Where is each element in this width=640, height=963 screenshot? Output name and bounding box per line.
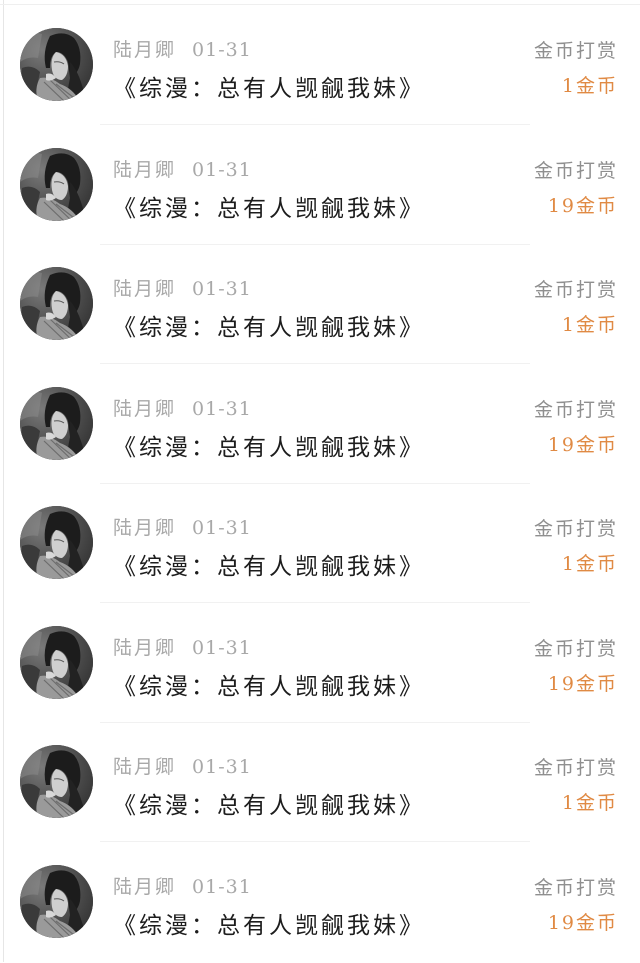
row-divider	[100, 722, 530, 723]
reward-row[interactable]: 陆月卿01-31 《综漫：总有人觊觎我妹》 金币打赏 19金币	[0, 366, 640, 486]
user-avatar[interactable]	[20, 506, 93, 579]
tip-amount: 1金币	[562, 71, 618, 98]
reward-date: 01-31	[192, 637, 252, 659]
username[interactable]: 陆月卿	[113, 876, 176, 898]
reward-meta: 陆月卿01-31	[113, 633, 252, 655]
row-divider	[100, 602, 530, 603]
book-title[interactable]: 《综漫：总有人觊觎我妹》	[113, 786, 425, 820]
user-avatar-photo	[20, 267, 93, 340]
user-avatar-photo	[20, 626, 93, 699]
tip-amount: 1金币	[562, 310, 618, 337]
username[interactable]: 陆月卿	[113, 756, 176, 778]
reward-date: 01-31	[192, 398, 252, 420]
tip-amount: 1金币	[562, 549, 618, 576]
tip-type-label: 金币打赏	[534, 753, 618, 780]
reward-row[interactable]: 陆月卿01-31 《综漫：总有人觊觎我妹》 金币打赏 19金币	[0, 605, 640, 725]
user-avatar[interactable]	[20, 387, 93, 460]
reward-meta: 陆月卿01-31	[113, 513, 252, 535]
username[interactable]: 陆月卿	[113, 278, 176, 300]
user-avatar[interactable]	[20, 745, 93, 818]
reward-row[interactable]: 陆月卿01-31 《综漫：总有人觊觎我妹》 金币打赏 1金币	[0, 7, 640, 127]
tip-type-label: 金币打赏	[534, 36, 618, 63]
tip-type-label: 金币打赏	[534, 275, 618, 302]
reward-row[interactable]: 陆月卿01-31 《综漫：总有人觊觎我妹》 金币打赏 19金币	[0, 127, 640, 247]
username[interactable]: 陆月卿	[113, 517, 176, 539]
user-avatar[interactable]	[20, 626, 93, 699]
row-divider	[100, 363, 530, 364]
reward-list: 陆月卿01-31 《综漫：总有人觊觎我妹》 金币打赏 1金币 陆月卿01-31 …	[0, 7, 640, 963]
user-avatar[interactable]	[20, 148, 93, 221]
reward-list-page: 陆月卿01-31 《综漫：总有人觊觎我妹》 金币打赏 1金币 陆月卿01-31 …	[0, 0, 640, 962]
reward-date: 01-31	[192, 39, 252, 61]
reward-date: 01-31	[192, 876, 252, 898]
reward-meta: 陆月卿01-31	[113, 274, 252, 296]
book-title[interactable]: 《综漫：总有人觊觎我妹》	[113, 428, 425, 462]
tip-amount: 19金币	[548, 908, 618, 935]
tip-type-label: 金币打赏	[534, 395, 618, 422]
username[interactable]: 陆月卿	[113, 159, 176, 181]
tip-amount: 1金币	[562, 788, 618, 815]
row-divider	[100, 124, 530, 125]
user-avatar[interactable]	[20, 865, 93, 938]
user-avatar[interactable]	[20, 28, 93, 101]
book-title[interactable]: 《综漫：总有人觊觎我妹》	[113, 906, 425, 940]
reward-meta: 陆月卿01-31	[113, 394, 252, 416]
reward-meta: 陆月卿01-31	[113, 35, 252, 57]
reward-row[interactable]: 陆月卿01-31 《综漫：总有人觊觎我妹》 金币打赏 1金币	[0, 246, 640, 366]
reward-meta: 陆月卿01-31	[113, 155, 252, 177]
reward-date: 01-31	[192, 517, 252, 539]
reward-date: 01-31	[192, 278, 252, 300]
book-title[interactable]: 《综漫：总有人觊觎我妹》	[113, 308, 425, 342]
tip-amount: 19金币	[548, 430, 618, 457]
reward-date: 01-31	[192, 159, 252, 181]
tip-type-label: 金币打赏	[534, 634, 618, 661]
book-title[interactable]: 《综漫：总有人觊觎我妹》	[113, 667, 425, 701]
row-divider	[100, 841, 530, 842]
tip-type-label: 金币打赏	[534, 514, 618, 541]
reward-row[interactable]: 陆月卿01-31 《综漫：总有人觊觎我妹》 金币打赏 1金币	[0, 485, 640, 605]
user-avatar-photo	[20, 745, 93, 818]
user-avatar-photo	[20, 506, 93, 579]
user-avatar-photo	[20, 387, 93, 460]
tip-amount: 19金币	[548, 191, 618, 218]
reward-meta: 陆月卿01-31	[113, 872, 252, 894]
tip-type-label: 金币打赏	[534, 873, 618, 900]
row-divider	[100, 483, 530, 484]
username[interactable]: 陆月卿	[113, 637, 176, 659]
book-title[interactable]: 《综漫：总有人觊觎我妹》	[113, 69, 425, 103]
username[interactable]: 陆月卿	[113, 39, 176, 61]
reward-date: 01-31	[192, 756, 252, 778]
row-divider	[100, 244, 530, 245]
reward-meta: 陆月卿01-31	[113, 752, 252, 774]
tip-type-label: 金币打赏	[534, 156, 618, 183]
book-title[interactable]: 《综漫：总有人觊觎我妹》	[113, 547, 425, 581]
reward-row[interactable]: 陆月卿01-31 《综漫：总有人觊觎我妹》 金币打赏 1金币	[0, 724, 640, 844]
user-avatar-photo	[20, 28, 93, 101]
user-avatar[interactable]	[20, 267, 93, 340]
tip-amount: 19金币	[548, 669, 618, 696]
top-divider	[0, 4, 640, 5]
reward-row[interactable]: 陆月卿01-31 《综漫：总有人觊觎我妹》 金币打赏 19金币	[0, 844, 640, 963]
user-avatar-photo	[20, 148, 93, 221]
user-avatar-photo	[20, 865, 93, 938]
book-title[interactable]: 《综漫：总有人觊觎我妹》	[113, 189, 425, 223]
username[interactable]: 陆月卿	[113, 398, 176, 420]
